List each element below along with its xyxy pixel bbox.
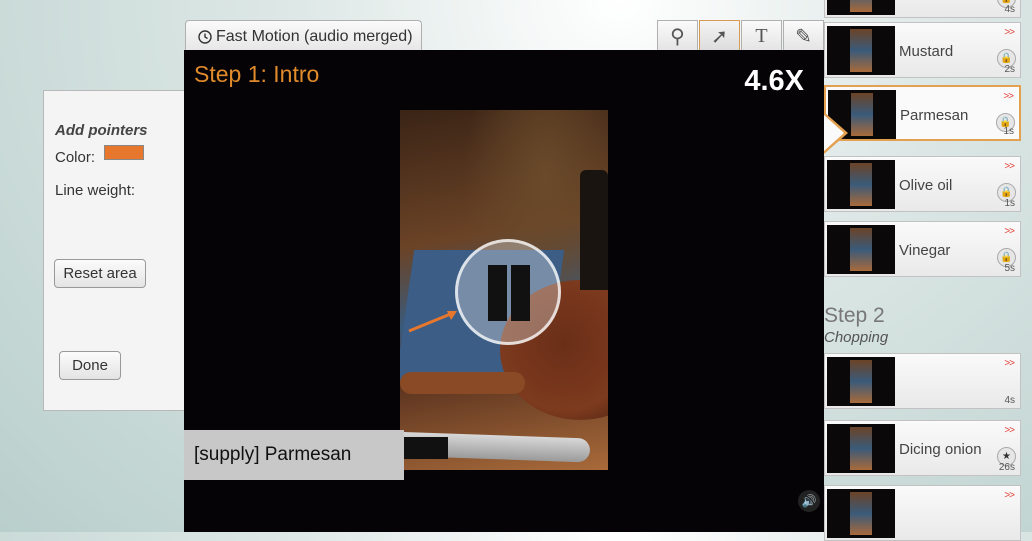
clip-thumbnail — [827, 160, 895, 209]
clip-arrows: >> — [1004, 27, 1015, 38]
clip-duration: 26s — [998, 462, 1015, 473]
selected-clip-pointer-inner — [824, 115, 844, 151]
arrow-icon: ➚ — [711, 25, 728, 48]
clip-arrows: >> — [1003, 91, 1014, 102]
clock-icon — [198, 29, 212, 44]
clip-name: Vinegar — [899, 242, 951, 259]
speed-indicator: 4.6X — [744, 65, 804, 97]
clip-duration: 1s — [1004, 198, 1015, 209]
clip-item-olive-oil[interactable]: Olive oil >> 🔒 1s — [824, 156, 1021, 212]
clip-name: Parmesan — [900, 107, 969, 124]
clip-thumbnail — [827, 26, 895, 75]
clip-duration: 2s — [1004, 64, 1015, 75]
text-tool-button[interactable]: T — [741, 20, 782, 51]
clip-arrows: >> — [1004, 358, 1015, 369]
reset-area-button[interactable]: Reset area — [54, 259, 146, 288]
bottle — [580, 170, 608, 290]
clip-thumbnail — [827, 357, 895, 406]
clip-arrows: >> — [1004, 161, 1015, 172]
clip-name: Dicing onion — [899, 441, 982, 458]
arrow-tool-button[interactable]: ➚ — [699, 20, 740, 51]
clip-duration: 1s — [1003, 126, 1014, 137]
pencil-icon: ✎ — [795, 25, 812, 48]
clip-duration: 5s — [1004, 263, 1015, 274]
clip-duration: 4s — [1004, 4, 1015, 15]
clip-arrows: >> — [1004, 226, 1015, 237]
clip-thumbnail — [827, 225, 895, 274]
fast-motion-tab[interactable]: Fast Motion (audio merged) — [185, 20, 422, 52]
clip-item[interactable]: >> 4s — [824, 353, 1021, 409]
knife-handle — [400, 437, 448, 459]
clip-name: Olive oil — [899, 177, 953, 194]
annotation-toolbar: ⚲ ➚ T ✎ — [657, 20, 825, 51]
search-icon: ⚲ — [670, 25, 685, 48]
panel-title: Add pointers — [55, 122, 148, 139]
pause-icon — [488, 265, 507, 321]
volume-icon[interactable]: 🔊 — [798, 490, 820, 512]
step-2-title: Step 2 — [824, 304, 885, 327]
search-tool-button[interactable]: ⚲ — [657, 20, 698, 51]
clip-thumbnail — [827, 489, 895, 538]
clip-item[interactable]: 🔒 4s — [824, 0, 1021, 18]
clip-arrows: >> — [1004, 425, 1015, 436]
video-player[interactable]: Step 1: Intro 4.6X [supply] Parmesan 🔊 — [184, 50, 824, 532]
caption-overlay: [supply] Parmesan — [184, 430, 404, 480]
color-swatch[interactable] — [104, 145, 144, 160]
clip-name: Mustard — [899, 43, 954, 60]
pause-icon-bar — [511, 265, 530, 321]
clip-thumbnail — [827, 0, 895, 15]
wooden-spoon — [400, 372, 525, 394]
clip-item-dicing-onion[interactable]: Dicing onion >> ★ 26s — [824, 420, 1021, 476]
clip-item-vinegar[interactable]: Vinegar >> 🔒 5s — [824, 221, 1021, 277]
text-icon: T — [755, 24, 768, 47]
clip-item-parmesan[interactable]: Parmesan >> 🔒 1s — [824, 85, 1021, 141]
clip-thumbnail — [827, 424, 895, 473]
clip-item-mustard[interactable]: Mustard >> 🔒 2s — [824, 22, 1021, 78]
clip-arrows: >> — [1004, 490, 1015, 501]
pencil-tool-button[interactable]: ✎ — [783, 20, 824, 51]
step-title: Step 1: Intro — [194, 61, 320, 87]
color-label: Color: — [55, 149, 96, 166]
clip-duration: 4s — [1004, 395, 1015, 406]
tab-label: Fast Motion (audio merged) — [216, 27, 413, 45]
pause-button[interactable] — [455, 239, 561, 345]
clip-item[interactable]: >> — [824, 485, 1021, 541]
pointer-settings-panel: Add pointers Color: Line weight: Reset a… — [43, 90, 184, 411]
line-weight-label: Line weight: — [55, 182, 136, 199]
step-2-subtitle: Chopping — [824, 329, 889, 346]
done-button[interactable]: Done — [59, 351, 121, 380]
